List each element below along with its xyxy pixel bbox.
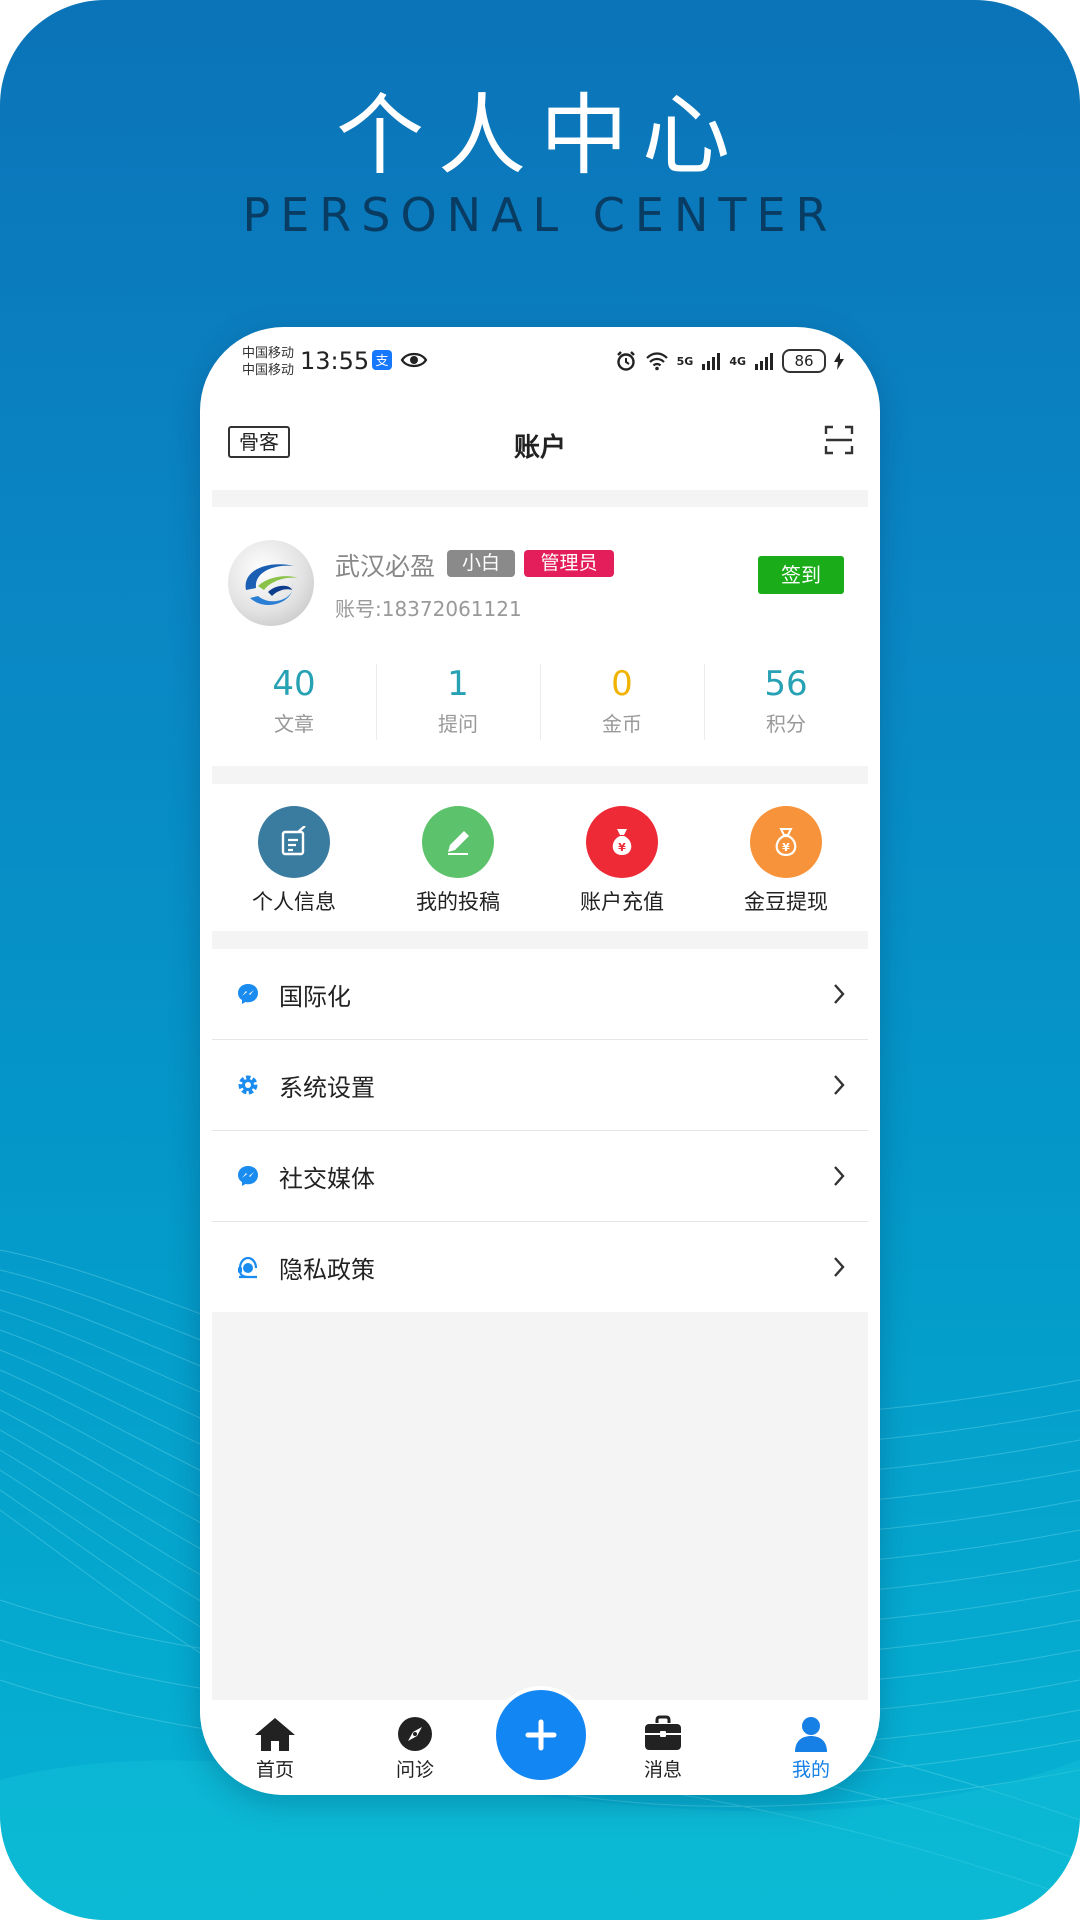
- user-icon: [795, 1717, 827, 1752]
- nav-bar: 骨客 账户: [200, 405, 880, 485]
- network-4g: 4G: [729, 354, 746, 368]
- eye-icon: [400, 352, 428, 368]
- stat-questions[interactable]: 1 提问: [376, 638, 540, 766]
- messenger-icon: [238, 984, 258, 1004]
- home-icon: [255, 1718, 295, 1751]
- brand-logo-icon: [245, 564, 298, 606]
- alarm-icon: [616, 351, 635, 371]
- support-agent-icon: [238, 1256, 258, 1279]
- battery-indicator: 86: [782, 349, 826, 373]
- poster-subtitle: PERSONAL CENTER: [242, 188, 838, 242]
- menu-item-internationalization[interactable]: 国际化: [212, 949, 868, 1040]
- username: 武汉必盈: [335, 552, 436, 581]
- shortcut-grid: 个人信息 我的投稿 ¥ 账户充值 ¥ 金豆提现: [212, 784, 868, 931]
- promo-poster: 个人中心 PERSONAL CENTER 中国移动 中国移动 13:55 支 5…: [0, 0, 1080, 1920]
- compass-icon: [398, 1717, 432, 1751]
- chevron-right-icon: [834, 1166, 845, 1186]
- account-number: 账号:18372061121: [335, 597, 522, 621]
- menu-item-social-media[interactable]: 社交媒体: [212, 1131, 868, 1222]
- phone-screen: 中国移动 中国移动 13:55 支 5G 4G 86 骨客 账户 武汉必盈 小白…: [200, 327, 880, 1795]
- level-badge: 小白: [447, 550, 515, 577]
- stat-label: 金币: [602, 712, 642, 736]
- menu-label: 系统设置: [279, 1074, 375, 1102]
- shortcut-label: 金豆提现: [744, 890, 828, 914]
- edit-note-icon: [258, 806, 330, 878]
- shortcut-my-submissions[interactable]: 我的投稿: [376, 784, 540, 931]
- tab-label: 首页: [255, 1759, 294, 1781]
- messenger-icon: [238, 1166, 258, 1186]
- signal-icon: [755, 353, 773, 370]
- stat-value: 0: [611, 664, 633, 704]
- status-time: 13:55: [300, 347, 370, 375]
- charging-icon: [834, 352, 844, 370]
- account-content: 武汉必盈 小白 管理员 账号:18372061121 签到 40 文章 1 提问…: [212, 490, 868, 1700]
- carrier-2: 中国移动: [242, 363, 295, 378]
- tab-label: 问诊: [395, 1759, 434, 1781]
- network-5g: 5G: [676, 354, 694, 368]
- add-post-button[interactable]: [492, 1686, 590, 1784]
- plus-icon: [525, 1719, 557, 1751]
- settings-menu: 国际化 系统设置 社交媒体 隐私政策: [212, 949, 868, 1312]
- svg-text:¥: ¥: [618, 841, 626, 854]
- shortcut-label: 个人信息: [252, 890, 336, 914]
- status-icons-left: 支: [372, 350, 428, 370]
- shortcut-recharge[interactable]: ¥ 账户充值: [540, 784, 704, 931]
- shortcut-profile-info[interactable]: 个人信息: [212, 784, 376, 931]
- menu-label: 隐私政策: [279, 1256, 375, 1284]
- menu-item-system-settings[interactable]: 系统设置: [212, 1040, 868, 1131]
- shortcut-label: 我的投稿: [416, 890, 500, 914]
- poster-title: 个人中心: [335, 84, 744, 187]
- avatar[interactable]: [228, 540, 314, 626]
- status-icons-right: 5G 4G 86: [615, 349, 844, 373]
- tab-consult[interactable]: 问诊: [370, 1705, 460, 1782]
- tab-me[interactable]: 我的: [766, 1705, 856, 1782]
- carrier-info: 中国移动 中国移动: [242, 345, 294, 379]
- menu-item-privacy-policy[interactable]: 隐私政策: [212, 1222, 868, 1312]
- carrier-1: 中国移动: [242, 346, 295, 361]
- stat-label: 提问: [438, 712, 478, 736]
- stat-points[interactable]: 56 积分: [704, 638, 868, 766]
- stat-label: 文章: [274, 712, 314, 736]
- briefcase-icon: [645, 1715, 681, 1750]
- coin-bag-icon: ¥: [750, 806, 822, 878]
- chevron-right-icon: [834, 1075, 845, 1095]
- stat-label: 积分: [766, 712, 806, 736]
- stat-coins[interactable]: 0 金币: [540, 638, 704, 766]
- stats-row: 40 文章 1 提问 0 金币 56 积分: [212, 638, 868, 766]
- tab-home[interactable]: 首页: [230, 1705, 320, 1782]
- page-title: 账户: [513, 433, 566, 463]
- svg-text:支: 支: [375, 354, 388, 369]
- chevron-right-icon: [834, 1257, 845, 1277]
- stat-value: 40: [272, 664, 316, 704]
- stat-articles[interactable]: 40 文章: [212, 638, 376, 766]
- tab-messages[interactable]: 消息: [618, 1705, 708, 1782]
- menu-label: 社交媒体: [279, 1165, 375, 1193]
- wifi-icon: [645, 352, 668, 371]
- shortcut-withdraw[interactable]: ¥ 金豆提现: [704, 784, 868, 931]
- signal-icon: [702, 353, 721, 370]
- money-bag-icon: ¥: [586, 806, 658, 878]
- svg-text:¥: ¥: [782, 841, 790, 854]
- gear-icon: [238, 1075, 258, 1095]
- menu-label: 国际化: [279, 983, 351, 1011]
- signin-button[interactable]: 签到: [758, 556, 844, 594]
- chevron-right-icon: [834, 984, 845, 1004]
- pencil-icon: [422, 806, 494, 878]
- tab-label: 消息: [643, 1759, 682, 1781]
- shortcut-label: 账户充值: [580, 890, 664, 914]
- profile-card: 武汉必盈 小白 管理员 账号:18372061121 签到: [212, 507, 868, 639]
- stat-value: 1: [447, 664, 469, 704]
- stat-value: 56: [764, 664, 808, 704]
- status-bar: 中国移动 中国移动 13:55 支 5G 4G 86: [200, 327, 880, 387]
- tab-label: 我的: [791, 1759, 830, 1781]
- alipay-icon: 支: [372, 350, 392, 370]
- role-badge: 管理员: [524, 550, 614, 577]
- scan-icon[interactable]: [824, 425, 854, 455]
